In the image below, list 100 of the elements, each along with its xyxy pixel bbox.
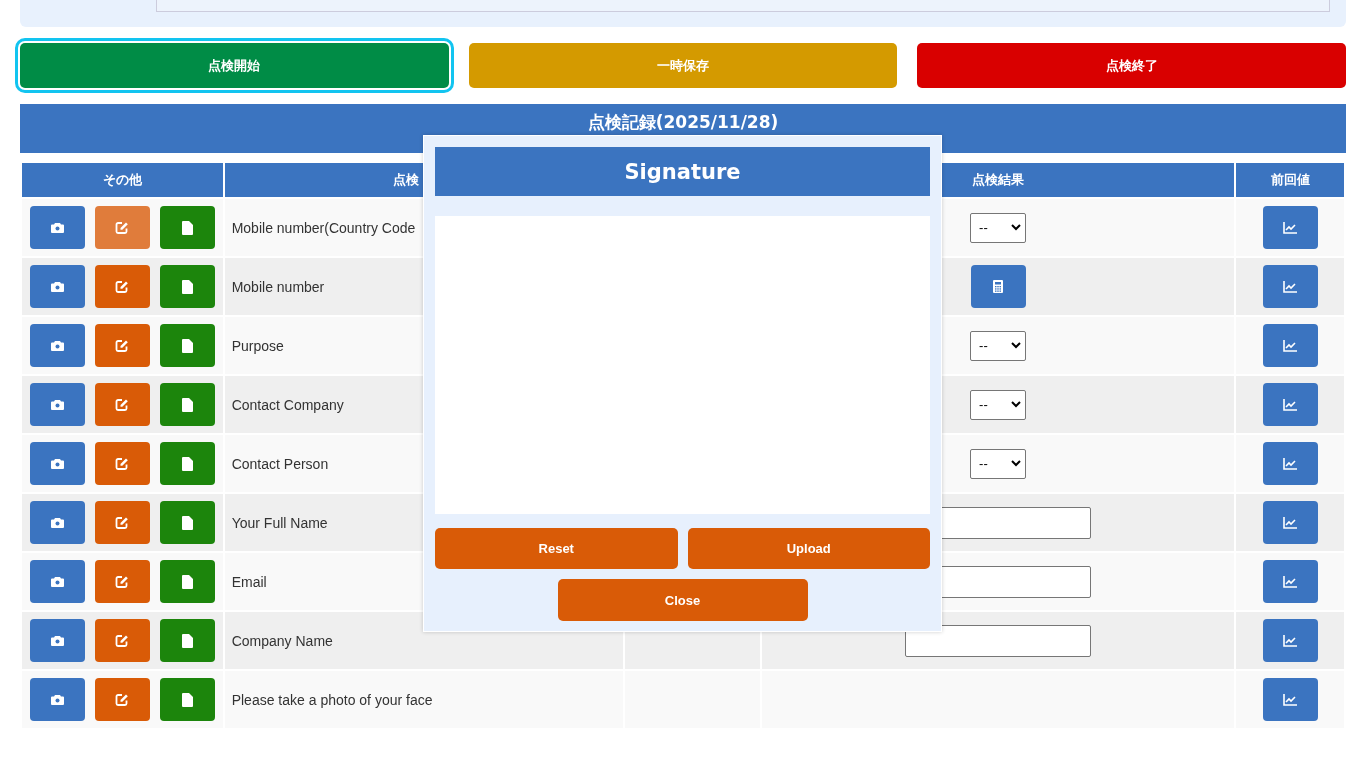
calculator-icon	[993, 280, 1004, 293]
camera-icon	[50, 399, 64, 410]
line-chart-icon	[1283, 693, 1298, 706]
camera-icon	[50, 694, 64, 705]
file-icon	[181, 515, 193, 530]
line-chart-icon	[1283, 575, 1298, 588]
file-button[interactable]	[159, 324, 215, 367]
camera-button[interactable]	[29, 206, 85, 249]
chart-button[interactable]	[1262, 206, 1318, 249]
dialog-button[interactable]: Upload	[687, 528, 930, 569]
line-chart-icon	[1283, 516, 1298, 529]
chevron-icon	[1011, 342, 1022, 349]
chart-button[interactable]	[1262, 501, 1318, 544]
edit-icon	[115, 515, 130, 530]
edit-button[interactable]	[94, 324, 150, 367]
edit-button[interactable]	[94, 678, 150, 721]
camera-icon	[50, 576, 64, 587]
file-icon	[181, 574, 193, 589]
edit-icon	[115, 338, 130, 353]
edit-button[interactable]	[94, 265, 150, 308]
camera-icon	[50, 517, 64, 528]
camera-button[interactable]	[29, 265, 85, 308]
item-label: Contact Person	[231, 455, 329, 472]
file-button[interactable]	[159, 383, 215, 426]
close-button[interactable]: Close	[557, 579, 808, 621]
edit-icon	[115, 456, 130, 471]
edit-button[interactable]	[94, 501, 150, 544]
edit-icon	[115, 279, 130, 294]
result-select[interactable]: --	[970, 389, 1027, 420]
edit-button[interactable]	[94, 206, 150, 249]
camera-button[interactable]	[29, 324, 85, 367]
edit-icon	[115, 574, 130, 589]
file-button[interactable]	[159, 619, 215, 662]
line-chart-icon	[1283, 221, 1298, 234]
file-icon	[181, 220, 193, 235]
dialog-button[interactable]: Reset	[435, 528, 678, 569]
edit-icon	[115, 397, 130, 412]
item-label: Contact Company	[231, 396, 344, 413]
file-icon	[181, 338, 193, 353]
result-select[interactable]: --	[970, 448, 1027, 479]
chart-button[interactable]	[1262, 324, 1318, 367]
file-button[interactable]	[159, 265, 215, 308]
line-chart-icon	[1283, 457, 1298, 470]
edit-button[interactable]	[94, 383, 150, 426]
camera-button[interactable]	[29, 442, 85, 485]
file-icon	[181, 692, 193, 707]
file-icon	[181, 397, 193, 412]
item-label: Purpose	[231, 337, 284, 354]
camera-button[interactable]	[29, 560, 85, 603]
edit-icon	[115, 633, 130, 648]
input-field[interactable]	[156, 0, 1330, 12]
chevron-icon	[1011, 224, 1022, 231]
camera-button[interactable]	[29, 501, 85, 544]
camera-button[interactable]	[29, 678, 85, 721]
file-icon	[181, 633, 193, 648]
item-label: Email	[231, 573, 267, 590]
edit-button[interactable]	[94, 619, 150, 662]
action-button[interactable]: 点検終了	[917, 43, 1346, 88]
chevron-icon	[1011, 401, 1022, 408]
camera-button[interactable]	[29, 383, 85, 426]
camera-button[interactable]	[29, 619, 85, 662]
chart-button[interactable]	[1262, 678, 1318, 721]
camera-icon	[50, 635, 64, 646]
item-label: Mobile number	[231, 278, 325, 295]
dialog-title: Signature	[435, 147, 930, 196]
file-button[interactable]	[159, 501, 215, 544]
file-button[interactable]	[159, 678, 215, 721]
file-icon	[181, 279, 193, 294]
camera-icon	[50, 458, 64, 469]
edit-icon	[115, 692, 130, 707]
file-button[interactable]	[159, 560, 215, 603]
line-chart-icon	[1283, 398, 1298, 411]
item-label: Company Name	[231, 632, 333, 649]
line-chart-icon	[1283, 280, 1298, 293]
camera-icon	[50, 222, 64, 233]
line-chart-icon	[1283, 339, 1298, 352]
chart-button[interactable]	[1262, 265, 1318, 308]
edit-icon	[115, 220, 130, 235]
item-label: Your Full Name	[231, 514, 328, 531]
file-icon	[181, 456, 193, 471]
chart-button[interactable]	[1262, 383, 1318, 426]
file-button[interactable]	[159, 442, 215, 485]
camera-icon	[50, 340, 64, 351]
item-label: Mobile number(Country Code	[231, 219, 416, 236]
column-header: その他	[22, 163, 223, 197]
edit-button[interactable]	[94, 442, 150, 485]
camera-icon	[50, 281, 64, 292]
result-select[interactable]: --	[970, 212, 1027, 243]
chart-button[interactable]	[1262, 619, 1318, 662]
chevron-icon	[1011, 460, 1022, 467]
column-header: 前回値	[1236, 163, 1344, 197]
chart-button[interactable]	[1262, 560, 1318, 603]
calculator-button[interactable]	[970, 265, 1026, 308]
line-chart-icon	[1283, 634, 1298, 647]
edit-button[interactable]	[94, 560, 150, 603]
item-label: Please take a photo of your face	[231, 691, 433, 708]
result-input[interactable]	[905, 624, 1092, 657]
file-button[interactable]	[159, 206, 215, 249]
chart-button[interactable]	[1262, 442, 1318, 485]
result-select[interactable]: --	[970, 330, 1027, 361]
